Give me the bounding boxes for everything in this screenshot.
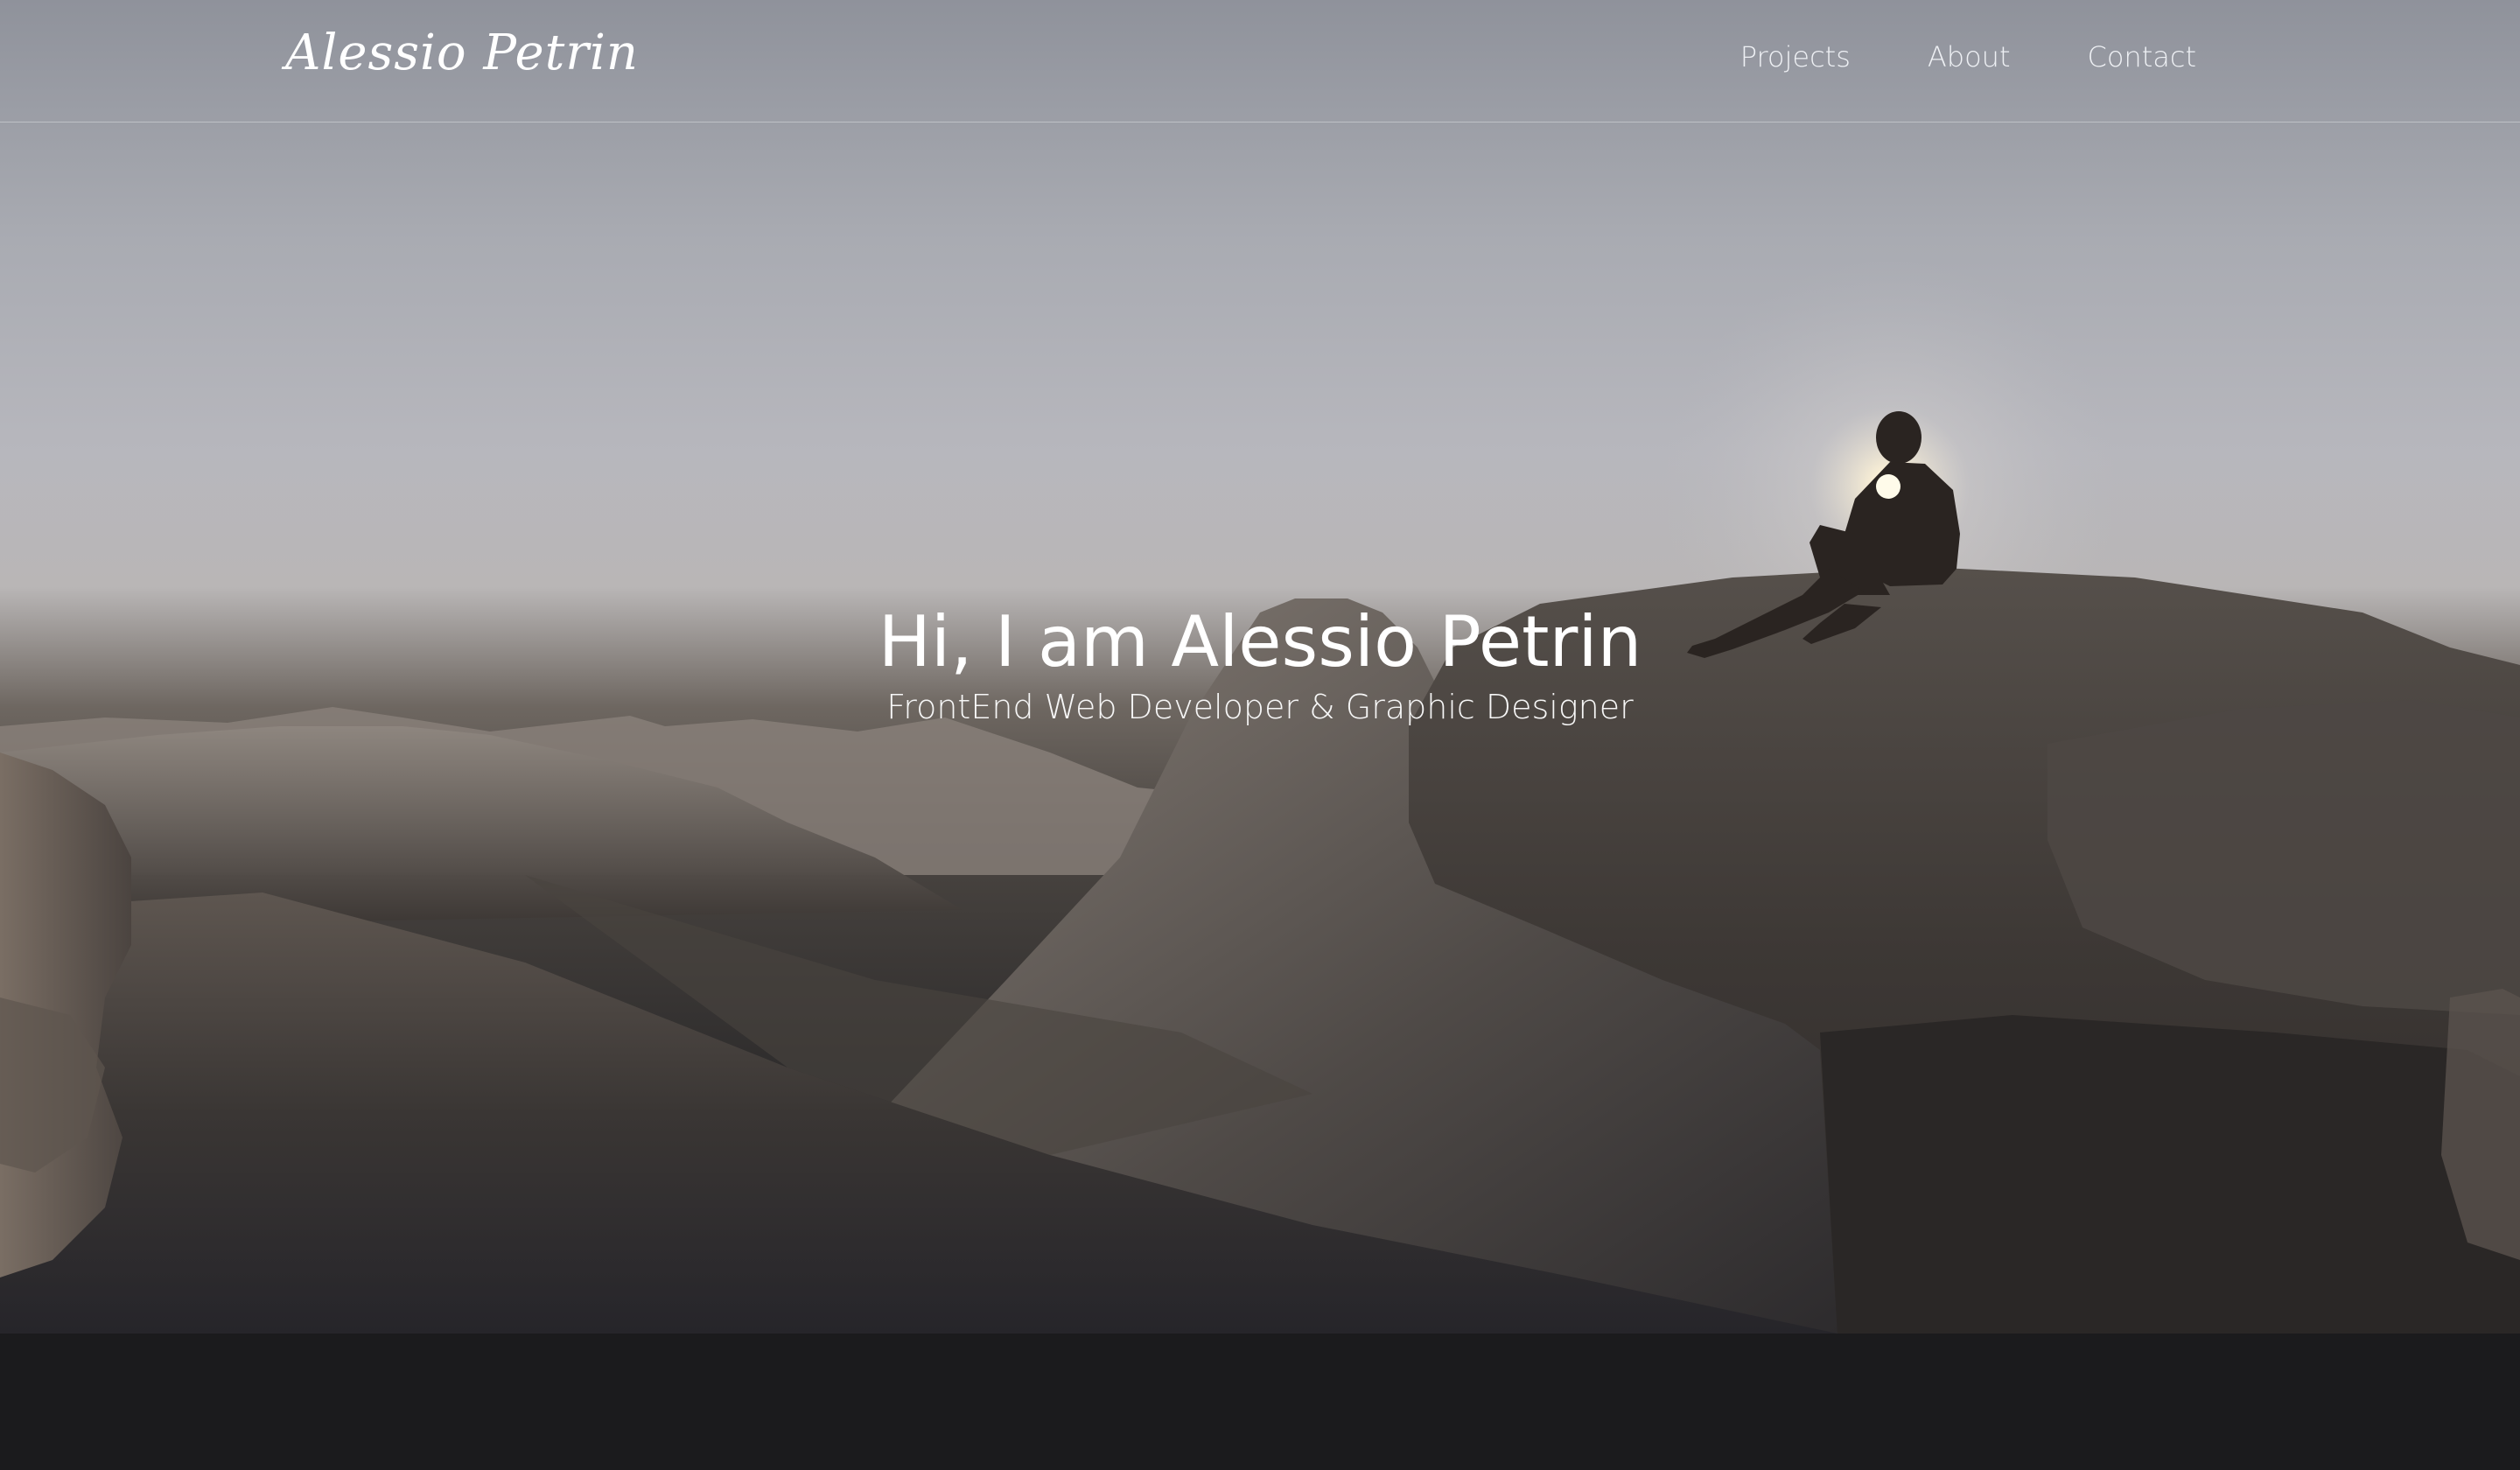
hero-headline: Hi, I am Alessio Petrin FrontEnd Web Dev…	[0, 600, 2520, 730]
nav-link-contact[interactable]: Contact	[2088, 40, 2197, 74]
nav-link-projects[interactable]: Projects	[1740, 40, 1851, 74]
hero-title: Hi, I am Alessio Petrin	[878, 601, 1642, 682]
nav-link-about[interactable]: About	[1928, 40, 2011, 74]
hero-subtitle: FrontEnd Web Developer & Graphic Designe…	[886, 688, 1634, 726]
top-navigation-bar: Alessio Petrin Projects About Contact	[0, 0, 2520, 122]
section-below-hero	[0, 1334, 2520, 1470]
main-nav: Projects About Contact	[1740, 40, 2196, 74]
brand-logo[interactable]: Alessio Petrin	[285, 24, 639, 81]
hero-section: Alessio Petrin Projects About Contact Hi…	[0, 0, 2520, 1334]
